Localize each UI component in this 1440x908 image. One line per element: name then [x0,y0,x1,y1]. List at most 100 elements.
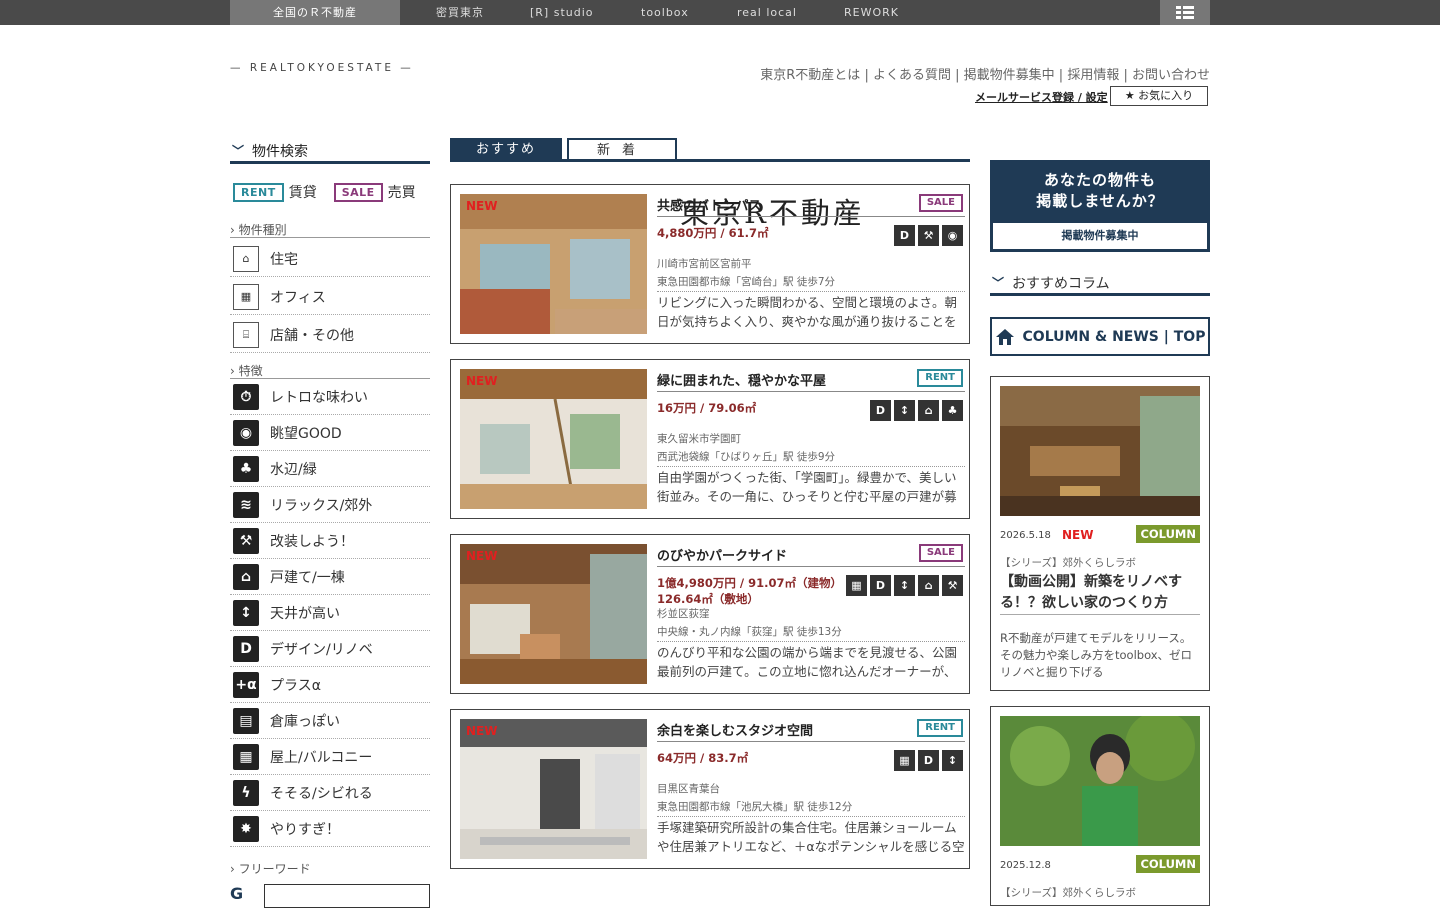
feature-item[interactable]: ✸ やりすぎ！ [230,811,430,847]
favorites-button[interactable]: ★ お気に入り [1110,86,1208,106]
topnav-item-rework[interactable]: REWORK [844,0,899,25]
feature-label: 水辺/緑 [270,461,317,478]
column-card[interactable]: 2026.5.18 NEW COLUMN 【シリーズ】郊外くらしラボ 【動画公開… [990,376,1210,691]
listing-address: 目黒区青葉台 東急田園都市線「池尻大橋」駅 徒歩12分 [657,780,965,817]
column-title[interactable]: 【動画公開】新築をリノベする！？欲しい家のつくり方 [1000,572,1200,615]
topnav-item-rstudio[interactable]: [R] studio [530,0,594,25]
menu-grid-icon[interactable] [1160,0,1210,25]
feature-item[interactable]: ⚒ 改装しよう！ [230,523,430,559]
feature-icon: D [870,575,891,596]
house-icon: ⌂ [233,245,259,272]
feature-item[interactable]: ▤ 倉庫っぽい [230,703,430,739]
topnav-item-toolbox[interactable]: toolbox [641,0,689,25]
listing-feature-icons: ▦ D ↕ ⌂ ⚒ [846,575,963,596]
listing-card[interactable]: NEW 共感のバトンパス SALE 4,880万円 / 61.7㎡ D ⚒ ◉ 川崎… [450,184,970,344]
rent-badge[interactable]: RENT [233,182,284,202]
link-recruit[interactable]: 採用情報 [1067,68,1119,83]
feature-item[interactable]: ≋ リラックス/郊外 [230,487,430,523]
detached-house-icon: ⌂ [233,563,259,590]
search-heading: ﹀ 物件検索 [230,140,430,164]
listing-tag: RENT [917,719,963,737]
listing-card[interactable]: NEW 余白を楽しむスタジオ空間 RENT 64万円 / 83.7㎡ ▦ D ↕ 目… [450,709,970,869]
rent-sale-toggle: RENT 賃貸 SALE 売買 [233,182,416,202]
listing-photo: NEW [460,719,647,859]
overdone-burst-icon: ✸ [233,815,259,842]
site-logo[interactable]: 東京R不動産 — REALTOKYOESTATE — [230,58,862,230]
feature-icon: D [870,400,891,421]
column-card[interactable]: 2025.12.8 COLUMN 【シリーズ】郊外くらしラボ [990,706,1210,906]
feature-item[interactable]: ⏱ レトロな味わい [230,379,430,415]
feature-item[interactable]: ⌂ 戸建て/一棟 [230,559,430,595]
tab-new[interactable]: 新着 [567,138,677,162]
listing-description: リビングに入った瞬間わかる、空間と環境のよさ。朝日が気持ちよく入り、爽やかな風が… [657,295,958,329]
listing-card[interactable]: NEW 緑に囲まれた、穏やかな平屋 RENT 16万円 / 79.06㎡ D ↕ ⌂… [450,359,970,519]
listing-photo: NEW [460,194,647,334]
feature-item[interactable]: ▦ 屋上/バルコニー [230,739,430,775]
top-nav-bar: 全国のＲ不動産 密買東京 [R] studio toolbox real loc… [0,0,1440,25]
logo-sub-text: — REALTOKYOESTATE — [230,62,414,74]
property-type-label: › 物件種別 [230,223,430,238]
feature-label: 倉庫っぽい [270,713,340,730]
column-date: 2025.12.8 [1000,860,1051,871]
feature-item[interactable]: ϟ そそる/シビれる [230,775,430,811]
column-new-label: NEW [1062,528,1094,542]
listing-photo: NEW [460,369,647,509]
rent-label[interactable]: 賃貸 [289,182,317,202]
new-label: NEW [466,199,498,213]
feature-label: やりすぎ！ [270,821,340,838]
freeword-input[interactable] [264,884,430,908]
topnav-item-reallocal[interactable]: real local [737,0,797,25]
feature-icon: ▦ [846,575,867,596]
link-faq[interactable]: よくある質問 [873,68,951,83]
feature-icon: ♣ [942,400,963,421]
topnav-item-mitsubai[interactable]: 密買東京 [436,0,484,25]
type-label: 住宅 [270,251,298,268]
feature-item[interactable]: D デザイン/リノベ [230,631,430,667]
topnav-item-zenkoku[interactable]: 全国のＲ不動産 [230,0,400,25]
rooftop-balcony-icon: ▦ [233,743,259,770]
mail-service-link[interactable]: メールサービス登録 / 設定 [975,89,1108,105]
new-label: NEW [466,724,498,738]
column-tag: COLUMN [1136,855,1200,873]
new-label: NEW [466,549,498,563]
type-item[interactable]: ▦ オフィス [230,279,430,315]
feature-item[interactable]: ♣ 水辺/緑 [230,451,430,487]
listing-card[interactable]: NEW のびやかパークサイド SALE 1億4,980万円 / 91.07㎡（建… [450,534,970,694]
freeword-label: › フリーワード [230,862,311,876]
link-about[interactable]: 東京R不動産とは [760,68,860,83]
feature-icon: ⚒ [918,225,939,246]
office-building-icon: ▦ [233,283,259,310]
link-listing-wanted[interactable]: 掲載物件募集中 [964,68,1055,83]
plus-alpha-icon: +α [233,671,259,698]
feature-item[interactable]: ↕ 天井が高い [230,595,430,631]
promo-button[interactable]: 掲載物件募集中 [993,223,1207,249]
listing-description: 自由学園がつくった街、「学園町」。緑豊かで、美しい街並み。その一角に、ひっそりと… [657,470,957,504]
relax-suburb-icon: ≋ [233,491,259,518]
warehouse-icon: ▤ [233,707,259,734]
feature-label: 戸建て/一棟 [270,569,345,586]
link-contact[interactable]: お問い合わせ [1132,68,1210,83]
feature-label: リラックス/郊外 [270,497,373,514]
type-item[interactable]: ⌸ 店舗・その他 [230,317,430,353]
feature-item[interactable]: +α プラスα [230,667,430,703]
feature-label: デザイン/リノベ [270,641,373,658]
high-ceiling-icon: ↕ [233,599,259,626]
tab-recommended[interactable]: おすすめ [450,138,562,162]
column-news-top-button[interactable]: COLUMN & NEWS | TOP [990,317,1210,356]
main-listings: おすすめ 新着 NEW 共感のバトンパス SALE 4,880万円 / 61.7… [450,138,970,869]
feature-icon: ⚒ [942,575,963,596]
type-item[interactable]: ⌂ 住宅 [230,241,430,277]
sale-label[interactable]: 売買 [388,182,416,202]
feature-label: 改装しよう！ [270,533,354,550]
feature-icon: ⌂ [918,400,939,421]
feature-item[interactable]: ◉ 眺望GOOD [230,415,430,451]
column-series: 【シリーズ】郊外くらしラボ [1000,557,1136,569]
listing-tag: SALE [918,194,963,212]
listing-promo[interactable]: あなたの物件も 掲載しませんか？ 掲載物件募集中 [990,160,1210,252]
listing-tag: RENT [917,369,963,387]
listing-feature-icons: D ↕ ⌂ ♣ [870,400,963,421]
feature-label: › 特徴 [230,364,430,379]
sale-badge[interactable]: SALE [333,182,383,202]
listing-photo: NEW [460,544,647,684]
listing-address: 杉並区荻窪 中央線・丸ノ内線「荻窪」駅 徒歩13分 [657,605,965,642]
